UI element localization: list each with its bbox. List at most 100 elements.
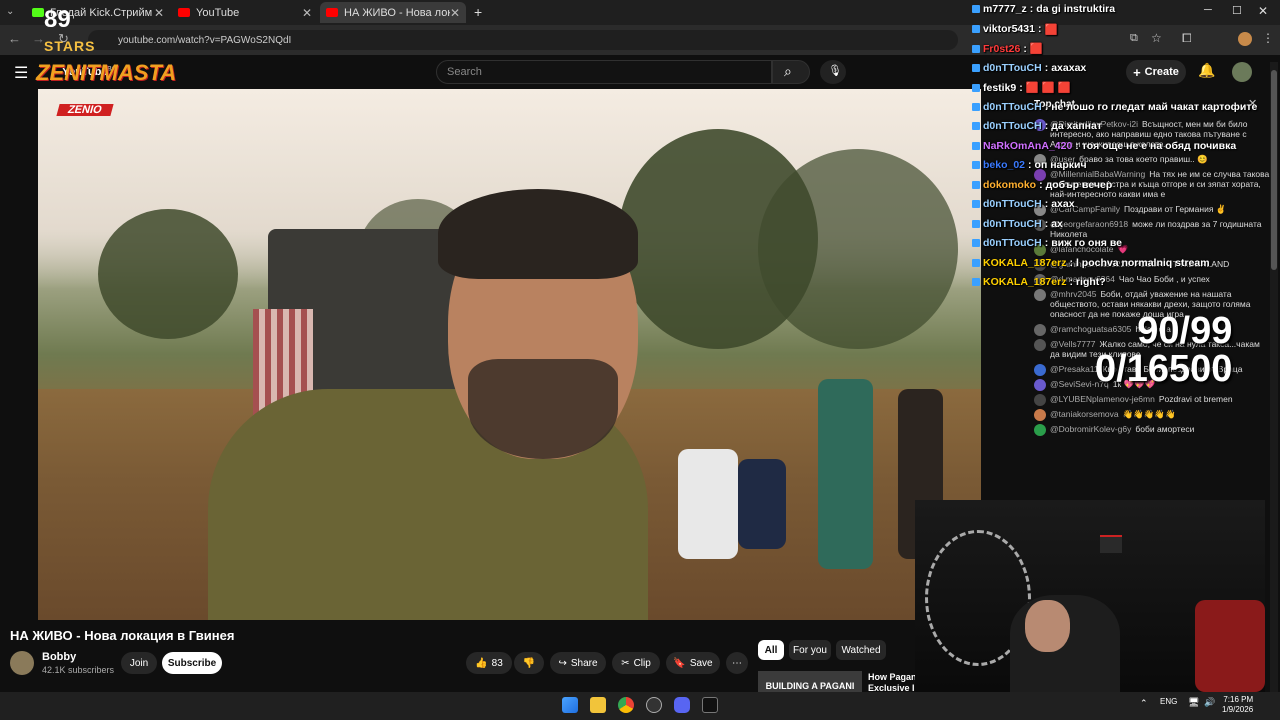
close-icon[interactable]: ✕ — [154, 6, 164, 20]
chat-message-text: @DobromirKolev-g6y боби амортеси — [1050, 424, 1194, 434]
webcam-speaker — [1100, 535, 1122, 553]
overlay-chat-username: d0nTTouCH — [983, 217, 1042, 230]
chat-author-name[interactable]: @mhrv2045 — [1050, 289, 1096, 299]
chat-message[interactable]: @LYUBENplamenov-je6mn Pozdravi ot bremen — [1034, 394, 1270, 406]
close-icon[interactable]: ✕ — [302, 6, 312, 20]
chip-all[interactable]: All — [758, 640, 784, 660]
recommended-title[interactable]: How Pagani Exclusive In — [868, 672, 920, 694]
chrome-icon[interactable] — [618, 697, 634, 713]
overlay-chat-message: d0nTTouCH: ахах — [972, 198, 1075, 210]
tab-live-video[interactable]: НА ЖИВО - Нова локация в Гвинея ✕ — [320, 2, 466, 23]
scissors-icon: ✂ — [621, 657, 630, 669]
volume-icon[interactable]: 🔊 — [1204, 697, 1215, 708]
hamburger-menu-icon[interactable]: ☰ — [14, 63, 28, 83]
zenit-logo: ZENITMASTA — [36, 60, 177, 85]
chat-author-avatar[interactable] — [1034, 324, 1046, 336]
browser-menu-icon[interactable]: ⋮ — [1262, 31, 1274, 45]
chat-author-avatar[interactable] — [1034, 394, 1046, 406]
chat-author-name[interactable]: @DobromirKolev-g6y — [1050, 424, 1131, 434]
chat-author-avatar[interactable] — [1034, 424, 1046, 436]
notifications-bell-icon[interactable]: 🔔 — [1198, 62, 1215, 79]
like-button[interactable]: 👍 83 — [466, 652, 512, 674]
bookmark-icon: 🔖 — [673, 657, 686, 669]
chat-badge-icon — [972, 239, 980, 247]
chat-badge-icon — [972, 200, 980, 208]
discord-icon[interactable] — [674, 697, 690, 713]
obs-icon[interactable] — [646, 697, 662, 713]
extensions-icon[interactable]: ⧠ — [1182, 31, 1192, 46]
chat-author-avatar[interactable] — [1034, 364, 1046, 376]
chat-author-avatar[interactable] — [1034, 289, 1046, 301]
window-close-icon[interactable]: ✕ — [1258, 4, 1268, 18]
chat-author-avatar[interactable] — [1034, 379, 1046, 391]
new-tab-plus-icon[interactable]: + — [474, 4, 482, 20]
overlay-chat-separator: : — [1044, 61, 1049, 74]
voice-search-button[interactable]: 🎙 — [820, 60, 846, 84]
account-avatar[interactable] — [1232, 62, 1252, 82]
address-bar-url: youtube.com/watch?v=PAGWoS2NQdI — [118, 34, 292, 46]
chat-author-avatar[interactable] — [1034, 339, 1046, 351]
dislike-button[interactable]: 👎 — [514, 652, 544, 674]
page-scrollbar-thumb[interactable] — [1271, 70, 1277, 270]
chat-author-name[interactable]: @taniakorsemova — [1050, 409, 1119, 419]
search-input[interactable]: Search — [436, 60, 772, 84]
chat-author-name[interactable]: @Vells7777 — [1050, 339, 1096, 349]
taskbar-clock[interactable]: 7:16 PM 1/9/2026 — [1222, 695, 1253, 715]
chat-message[interactable]: @taniakorsemova 👋👋👋👋👋 — [1034, 409, 1270, 421]
chat-badge-icon — [972, 219, 980, 228]
tab-youtube[interactable]: YouTube ✕ — [172, 2, 318, 23]
more-dots-icon: ⋯ — [732, 657, 742, 669]
overlay-chat-message: viktor5431: 🟥 — [972, 23, 1058, 36]
minimize-icon[interactable]: ─ — [1204, 4, 1212, 16]
zenit-badge: ZENIO — [56, 104, 114, 116]
channel-avatar[interactable] — [10, 651, 34, 675]
terminal-icon[interactable] — [702, 697, 718, 713]
streamer-webcam — [915, 500, 1265, 692]
maximize-icon[interactable]: ☐ — [1232, 4, 1242, 17]
more-actions-button[interactable]: ⋯ — [726, 652, 748, 674]
tray-language[interactable]: ENG — [1160, 697, 1177, 706]
chat-author-avatar[interactable] — [1034, 409, 1046, 421]
share-button[interactable]: ↪ Share — [550, 652, 606, 674]
share-icon: ↪ — [558, 657, 567, 669]
chat-author-name[interactable]: @LYUBENplamenov-je6mn — [1050, 394, 1155, 404]
address-bar[interactable]: youtube.com/watch?v=PAGWoS2NQdI — [88, 30, 958, 50]
back-arrow-icon[interactable]: ← — [8, 31, 21, 46]
file-explorer-icon[interactable] — [590, 697, 606, 713]
subscribe-button[interactable]: Subscribe — [162, 652, 222, 674]
channel-name[interactable]: Bobby — [42, 651, 76, 663]
stars-logo-text: STARS — [44, 38, 96, 54]
overlay-chat-separator: : — [1029, 3, 1034, 15]
create-label: Create — [1144, 66, 1179, 78]
chat-message[interactable]: @georgefaraon6918 може ли поздрав за 7 го… — [1034, 219, 1270, 239]
join-button[interactable]: Join — [121, 652, 157, 674]
search-button[interactable]: ⌕ — [772, 60, 810, 84]
tab-live-video-label: НА ЖИВО - Нова локация в Гвинея — [344, 6, 450, 19]
create-button[interactable]: + Create — [1126, 60, 1186, 84]
subscriber-count: 42.1K subscribers — [42, 665, 115, 675]
overlay-chat-username: d0nTTouCH — [983, 198, 1042, 210]
chip-for-you[interactable]: For you — [789, 640, 831, 660]
save-button[interactable]: 🔖 Save — [666, 652, 720, 674]
thumbs-up-icon: 👍 — [475, 657, 488, 669]
video-player[interactable] — [38, 89, 981, 620]
network-icon[interactable]: 🖥 — [1188, 697, 1199, 708]
windows-taskbar — [0, 692, 1280, 720]
overlay-chat-text: добър вечер — [1045, 178, 1113, 191]
cast-icon[interactable]: ⧉ — [1130, 32, 1138, 45]
bookmark-star-icon[interactable]: ☆ — [1151, 31, 1162, 45]
windows-start-icon[interactable] — [562, 697, 578, 713]
tab-search-icon[interactable]: ⌄ — [6, 6, 18, 18]
overlay-chat-message: NaRkOmAnA_420: тоя още не е на обяд почив… — [972, 140, 1236, 152]
overlay-chat-message: d0nTTouCH: не лошо го гледат май чакат ка… — [972, 101, 1257, 113]
profile-avatar-icon[interactable] — [1238, 32, 1252, 46]
chat-author-name[interactable]: @Presaka11 — [1050, 364, 1099, 374]
tray-chevron-icon[interactable]: ⌃ — [1140, 698, 1148, 709]
chip-watched[interactable]: Watched — [836, 640, 886, 660]
webcam-streamer-head — [1025, 600, 1070, 652]
chat-badge-icon — [972, 141, 980, 150]
clip-button[interactable]: ✂ Clip — [612, 652, 660, 674]
close-icon[interactable]: ✕ — [450, 6, 460, 20]
overlay-chat-separator: : — [1044, 120, 1049, 132]
chat-message[interactable]: @DobromirKolev-g6y боби амортеси — [1034, 424, 1270, 436]
